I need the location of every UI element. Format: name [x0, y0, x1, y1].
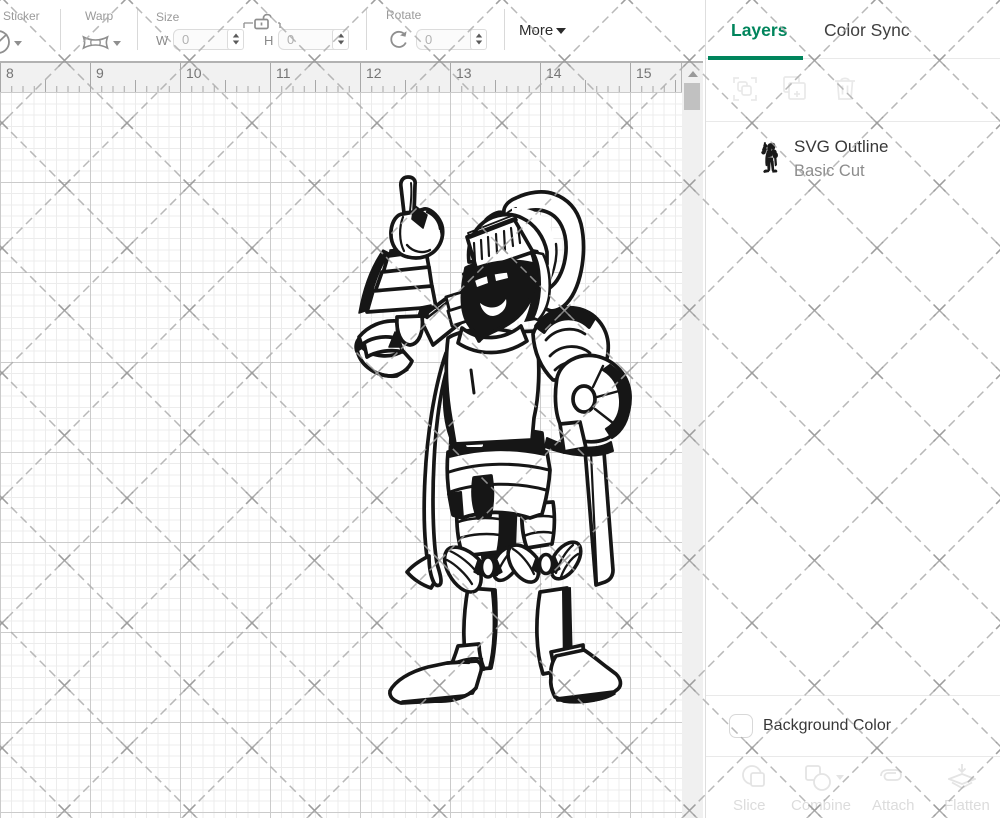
svg-text:10: 10 [186, 65, 202, 81]
svg-text:14: 14 [546, 65, 562, 81]
svg-text:8: 8 [6, 65, 14, 81]
svg-text:15: 15 [636, 65, 652, 81]
svg-text:12: 12 [366, 65, 382, 81]
svg-text:11: 11 [276, 65, 291, 81]
svg-text:13: 13 [456, 65, 472, 81]
svg-text:9: 9 [96, 65, 104, 81]
